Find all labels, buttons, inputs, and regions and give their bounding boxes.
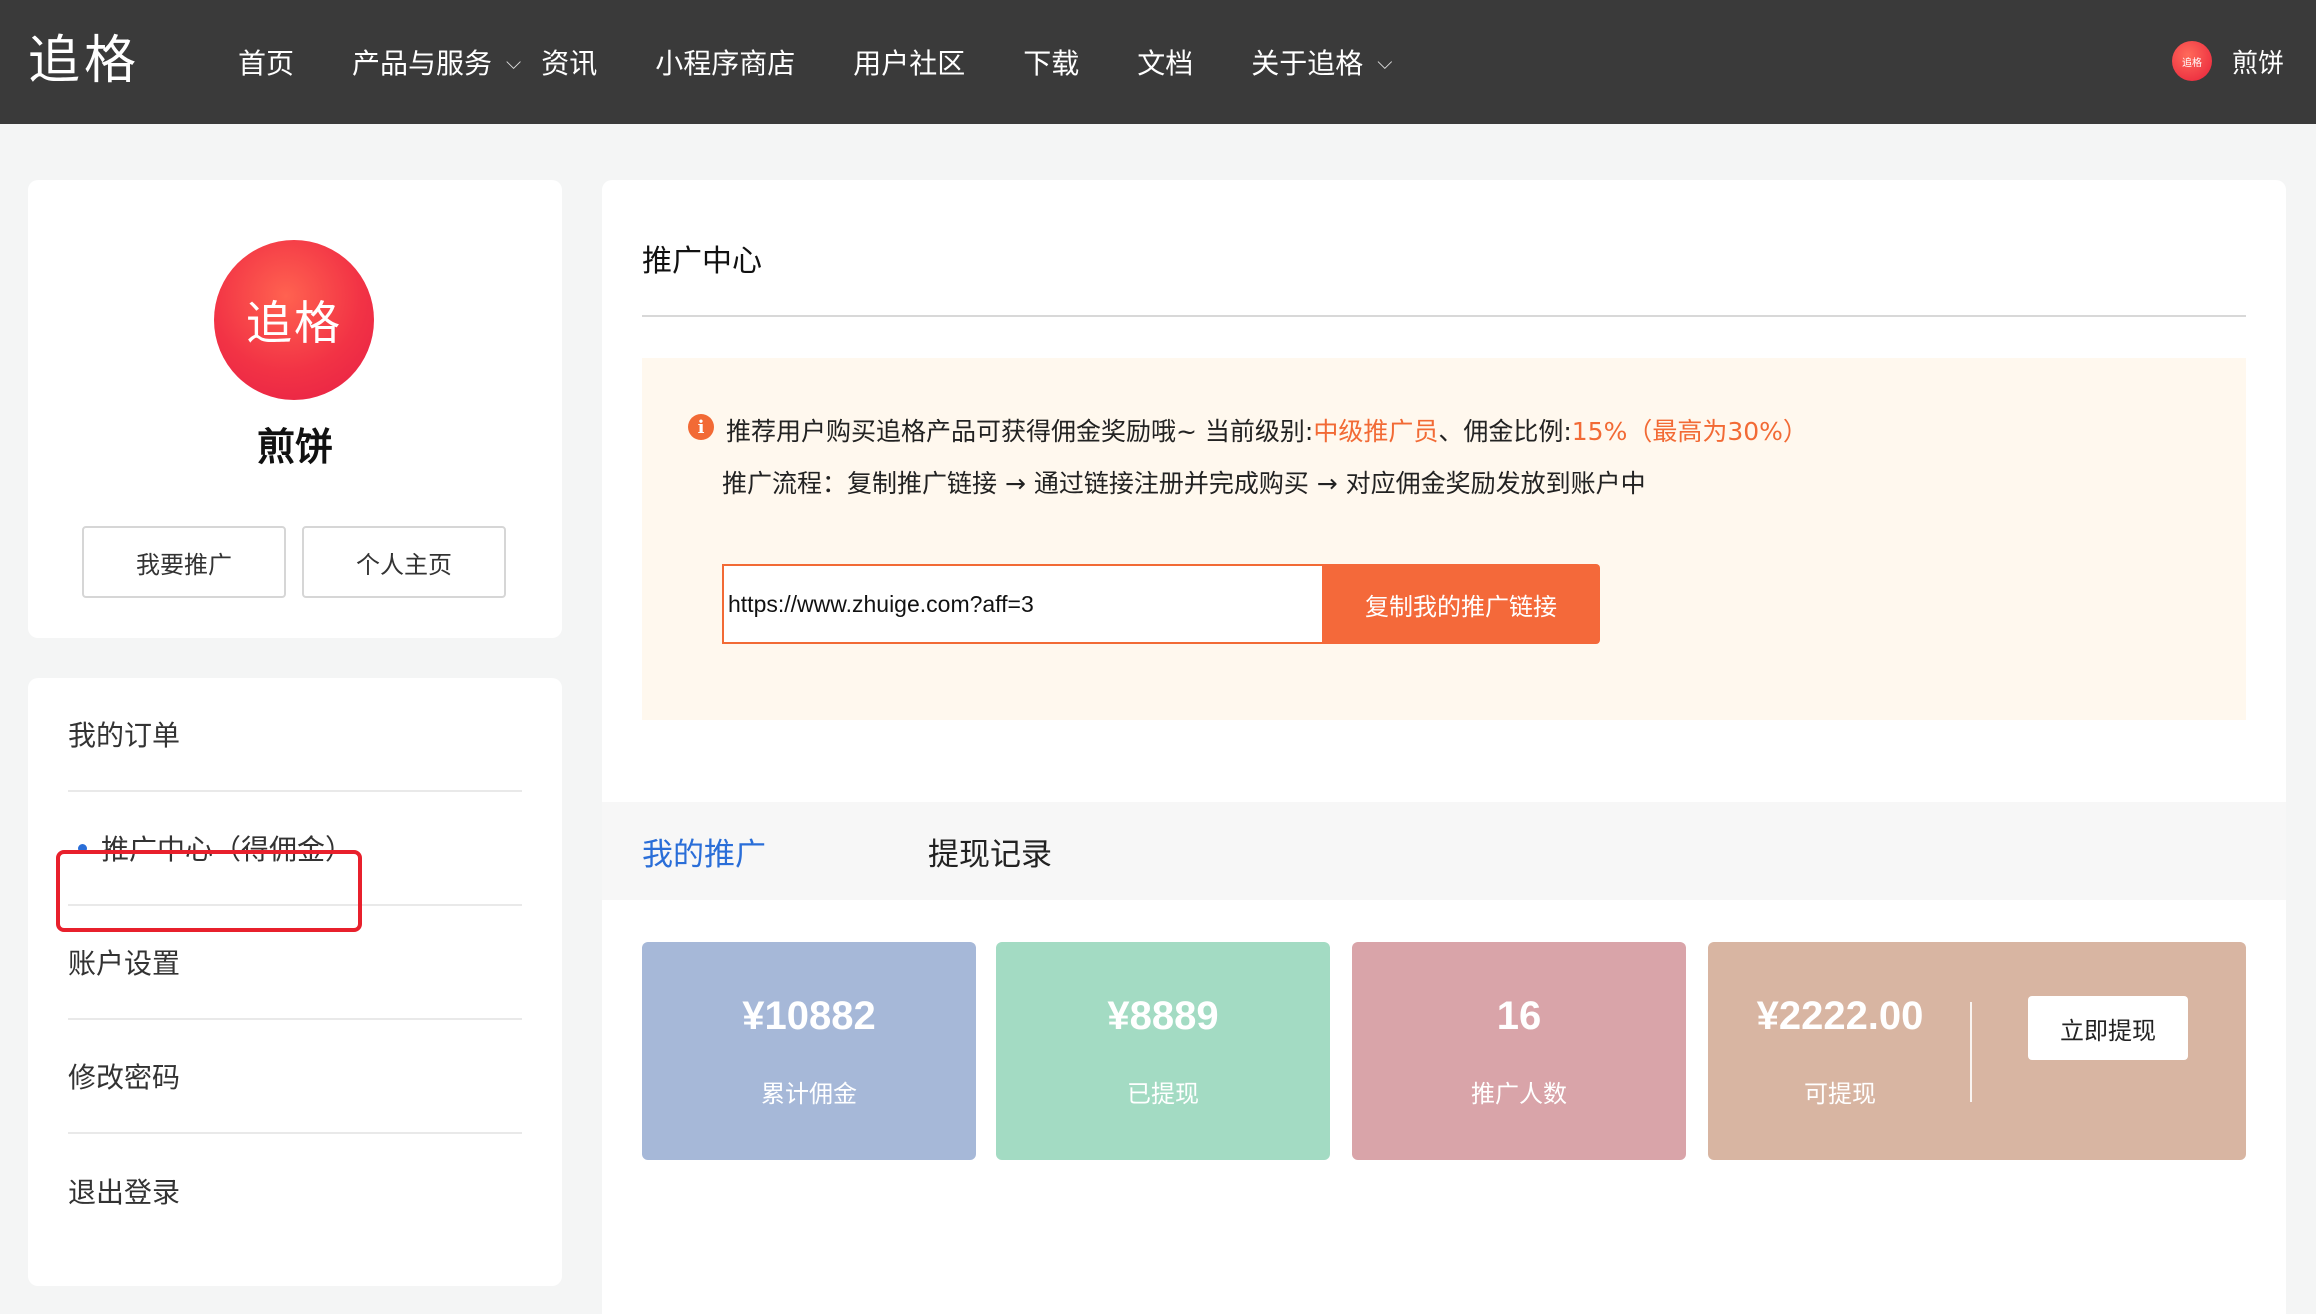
site-logo[interactable]: 追格: [28, 26, 140, 96]
promoter-level: 中级推广员: [1313, 417, 1439, 446]
nav-item-about[interactable]: 关于追格 ⌵: [1251, 42, 1392, 82]
nav-label: 资讯: [541, 47, 598, 80]
divider: [642, 315, 2246, 317]
nav-item-community[interactable]: 用户社区: [853, 42, 965, 82]
nav-label: 下载: [1023, 47, 1080, 80]
stat-label: 可提现: [1804, 1080, 1876, 1108]
tab-withdraw-records[interactable]: 提现记录: [928, 802, 1052, 900]
stat-value: ¥10882: [742, 994, 876, 1038]
profile-name: 煎饼: [256, 425, 333, 469]
account-menu: 我的订单 推广中心（得佣金） 账户设置 修改密码 退出登录: [28, 678, 562, 1286]
referral-link-input[interactable]: [722, 564, 1322, 644]
notice-text: 推荐用户购买追格产品可获得佣金奖励哦~ 当前级别:中级推广员、佣金比例:15%（…: [726, 412, 1808, 448]
menu-item-label: 我的订单: [68, 719, 181, 752]
user-menu[interactable]: 追格 煎饼: [2171, 40, 2284, 82]
menu-item-account-settings[interactable]: 账户设置: [68, 906, 522, 1020]
nav-label: 文档: [1137, 47, 1194, 80]
menu-item-change-password[interactable]: 修改密码: [68, 1020, 522, 1134]
stat-value: ¥8889: [1107, 994, 1219, 1038]
user-name[interactable]: 煎饼: [2232, 43, 2284, 80]
tab-bar: 我的推广 提现记录: [602, 802, 2286, 900]
commission-ratio: 15%（最高为30%）: [1571, 417, 1808, 446]
nav-label: 用户社区: [853, 47, 966, 80]
nav-item-miniapp-store[interactable]: 小程序商店: [655, 42, 795, 82]
page-title: 推广中心: [642, 244, 762, 279]
avatar[interactable]: 追格: [2171, 41, 2212, 81]
menu-item-orders[interactable]: 我的订单: [68, 678, 522, 792]
stat-label: 已提现: [1127, 1080, 1199, 1108]
chevron-down-icon: ⌵: [1377, 50, 1393, 74]
stat-card-available: ¥2222.00 可提现 立即提现: [1708, 942, 2246, 1160]
copy-link-button[interactable]: 复制我的推广链接: [1322, 564, 1600, 644]
profile-card: 追格 煎饼 我要推广 个人主页: [28, 180, 562, 638]
menu-item-promotion-center[interactable]: 推广中心（得佣金）: [68, 792, 522, 906]
nav-label: 首页: [238, 47, 295, 80]
nav-label: 小程序商店: [655, 47, 796, 80]
stat-label: 累计佣金: [761, 1080, 857, 1108]
stat-card-total-commission: ¥10882 累计佣金: [642, 942, 976, 1160]
divider: [1970, 1002, 1972, 1102]
main-nav: 首页 产品与服务 ⌵ 资讯 小程序商店 用户社区 下载 文档 关于追格 ⌵: [238, 0, 1450, 124]
notice-text-part: 、佣金比例:: [1438, 417, 1572, 446]
menu-item-label: 修改密码: [68, 1061, 181, 1094]
menu-item-logout[interactable]: 退出登录: [68, 1134, 522, 1248]
promote-button[interactable]: 我要推广: [82, 526, 286, 598]
nav-item-download[interactable]: 下载: [1023, 42, 1079, 82]
stat-value: 16: [1496, 994, 1542, 1038]
withdraw-now-button[interactable]: 立即提现: [2028, 996, 2188, 1060]
nav-item-docs[interactable]: 文档: [1137, 42, 1193, 82]
profile-avatar: 追格: [214, 240, 374, 400]
stat-card-withdrawn: ¥8889 已提现: [996, 942, 1330, 1160]
menu-item-label: 账户设置: [68, 947, 181, 980]
top-navbar: 追格 首页 产品与服务 ⌵ 资讯 小程序商店 用户社区 下载 文档 关于追格 ⌵ 追…: [0, 0, 2316, 124]
nav-label: 产品与服务: [352, 47, 493, 80]
notice-text-part: 推荐用户购买追格产品可获得佣金奖励哦~ 当前级别:: [726, 417, 1314, 446]
info-icon: i: [688, 414, 714, 440]
nav-item-news[interactable]: 资讯: [541, 42, 597, 82]
promotion-process: 推广流程：复制推广链接 → 通过链接注册并完成购买 → 对应佣金奖励发放到账户中: [722, 469, 1646, 498]
promotion-notice: i 推荐用户购买追格产品可获得佣金奖励哦~ 当前级别:中级推广员、佣金比例:15…: [642, 358, 2246, 720]
menu-item-label: 退出登录: [68, 1176, 181, 1209]
menu-item-label: 推广中心（得佣金）: [101, 833, 354, 866]
homepage-button[interactable]: 个人主页: [302, 526, 506, 598]
stat-value: ¥2222.00: [1756, 994, 1924, 1038]
nav-label: 关于追格: [1251, 47, 1364, 80]
nav-item-home[interactable]: 首页: [238, 42, 294, 82]
chevron-down-icon: ⌵: [506, 50, 522, 74]
active-dot-icon: [78, 843, 87, 853]
stat-card-referral-count: 16 推广人数: [1352, 942, 1686, 1160]
nav-item-products[interactable]: 产品与服务 ⌵: [352, 42, 521, 82]
promotion-center-panel: 推广中心 i 推荐用户购买追格产品可获得佣金奖励哦~ 当前级别:中级推广员、佣金…: [602, 180, 2286, 1314]
tab-my-promotion[interactable]: 我的推广: [642, 802, 766, 900]
stat-label: 推广人数: [1471, 1080, 1567, 1108]
